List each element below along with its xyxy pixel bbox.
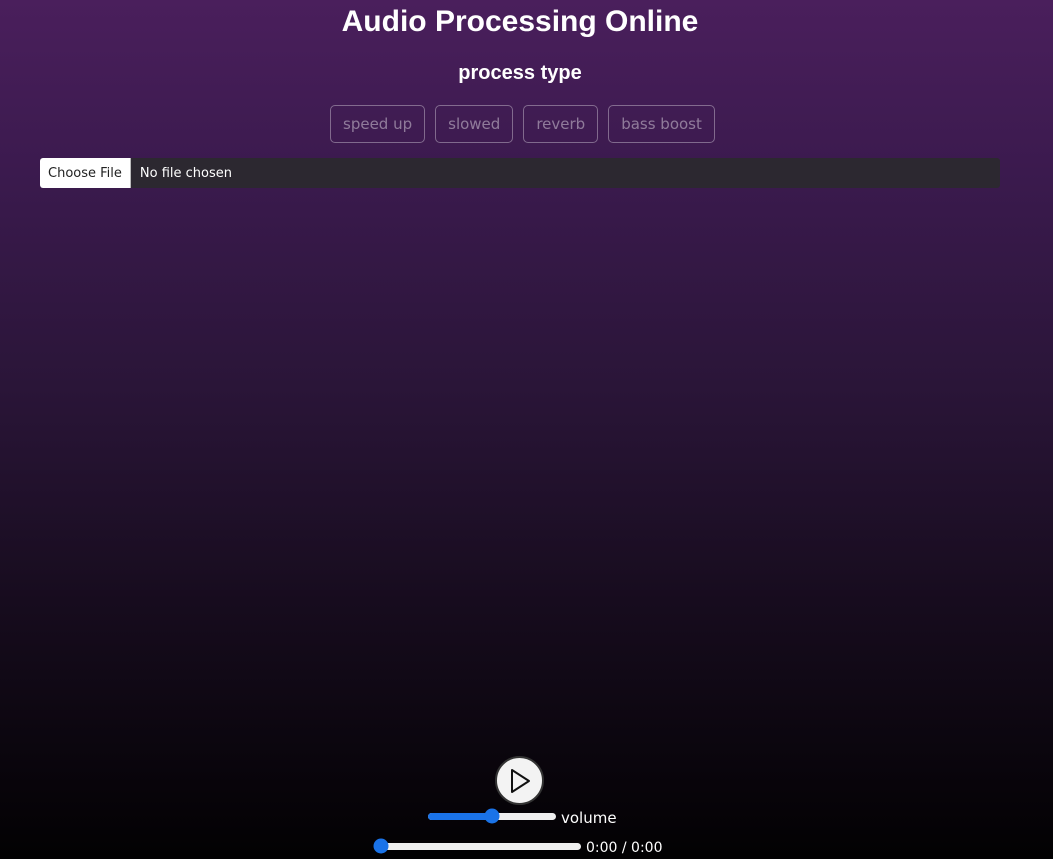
volume-label: volume [561,809,617,827]
process-type-heading: process type [458,62,582,84]
seek-slider[interactable] [373,838,581,854]
play-button[interactable] [495,756,544,805]
process-type-buttons: speed up slowed reverb bass boost [330,105,715,143]
reverb-button[interactable]: reverb [523,105,599,143]
speed-up-button[interactable]: speed up [330,105,426,143]
app-title: Audio Processing Online [341,5,699,38]
seek-thumb[interactable] [373,838,389,854]
choose-file-button[interactable]: Choose File [40,158,131,188]
volume-thumb[interactable] [484,808,500,824]
play-icon [507,767,533,795]
volume-track [428,808,556,824]
time-display: 0:00 / 0:00 [586,840,663,856]
volume-fill [428,812,492,820]
file-status-text: No file chosen [139,165,232,181]
volume-slider[interactable] [428,808,556,824]
file-input[interactable]: Choose File No file chosen [40,158,1000,188]
slowed-button[interactable]: slowed [435,105,514,143]
bass-boost-button[interactable]: bass boost [608,105,715,143]
seek-track [373,838,581,854]
